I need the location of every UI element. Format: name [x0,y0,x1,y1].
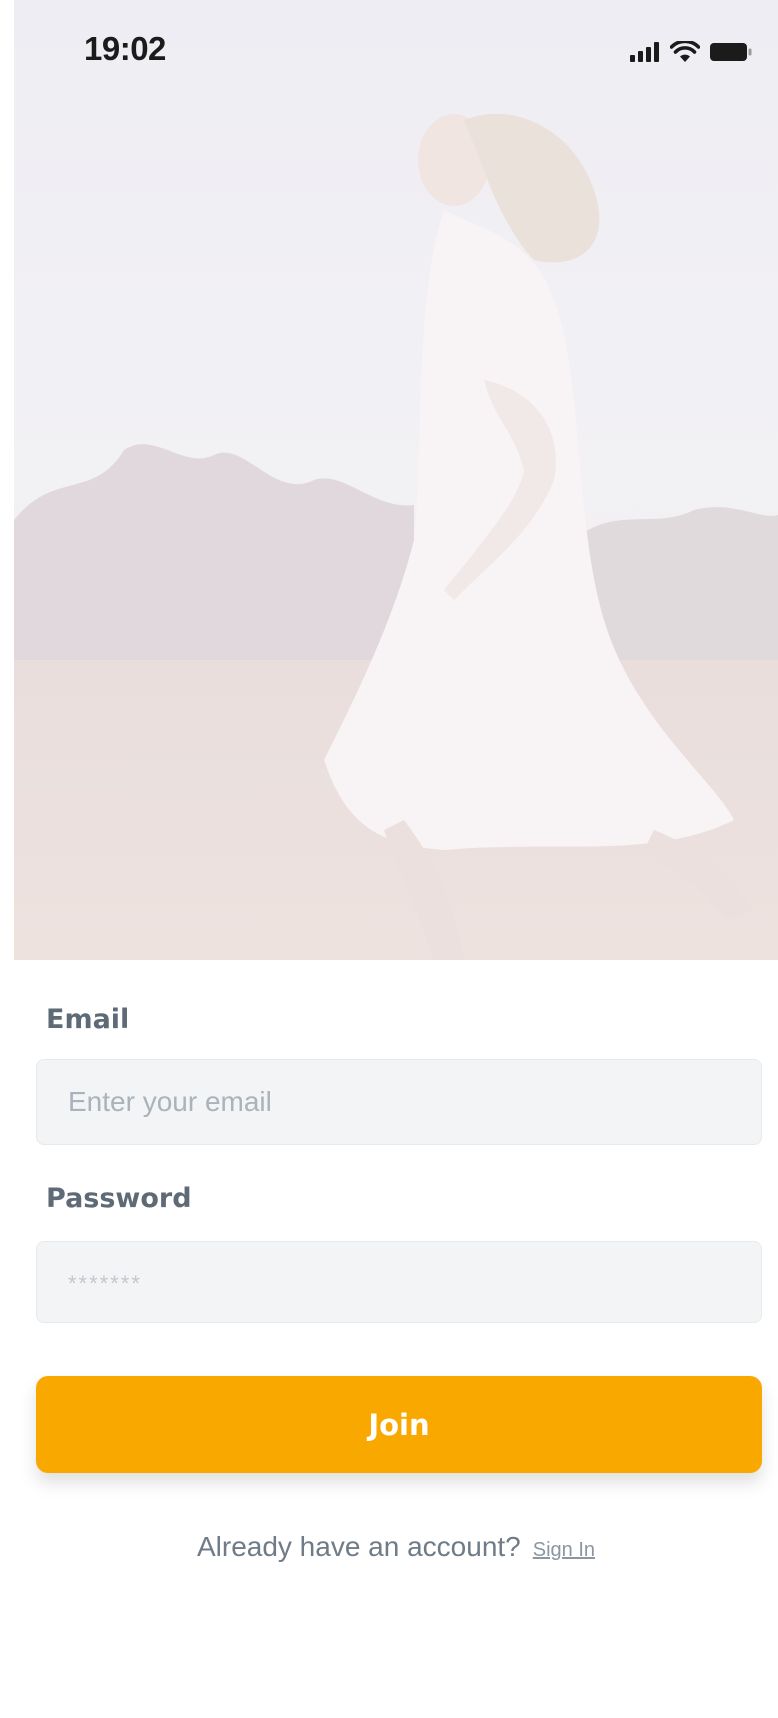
password-field[interactable] [37,1242,761,1322]
email-field[interactable] [37,1060,761,1144]
hero-photo [14,0,778,960]
battery-icon [710,43,752,61]
cellular-signal-icon [630,42,659,62]
signin-prompt: Already have an account? Sign In [14,1531,778,1563]
status-icons [630,40,752,64]
email-label: Email [46,1004,130,1035]
wifi-icon [670,41,700,62]
email-field-container [36,1059,762,1145]
join-button[interactable]: Join [36,1376,762,1473]
signup-screen: 19:02 Email Password Joi [14,0,778,1718]
status-time: 19:02 [84,30,166,67]
signin-link[interactable]: Sign In [533,1539,595,1561]
signin-prompt-text: Already have an account? [196,1531,521,1562]
password-field-container [36,1241,762,1323]
status-bar: 19:02 [14,0,778,104]
password-label: Password [46,1183,192,1214]
hero-photo-image [14,0,778,960]
